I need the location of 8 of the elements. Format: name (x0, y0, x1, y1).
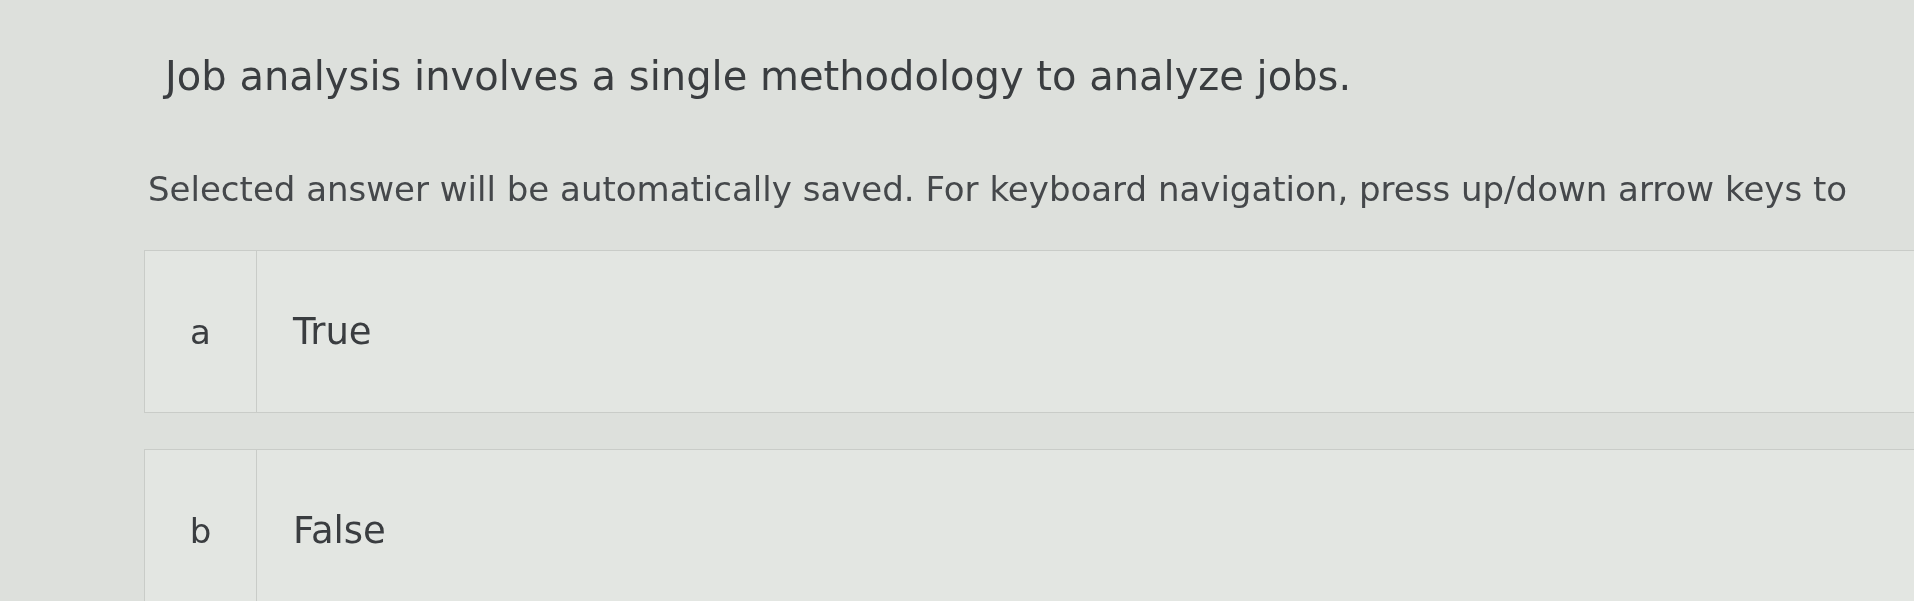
instruction-text: Selected answer will be automatically saved. For keyboard navigation, press up/down arrow keys to (148, 168, 1848, 210)
answer-option[interactable]: b False (144, 449, 1914, 601)
option-label: True (293, 309, 372, 354)
option-letter: b (189, 510, 212, 551)
answer-option[interactable]: a True (144, 250, 1914, 413)
question-text: Job analysis involves a single methodology to analyze jobs. (165, 52, 1352, 100)
option-label: False (293, 508, 386, 553)
option-letter: a (190, 311, 211, 352)
